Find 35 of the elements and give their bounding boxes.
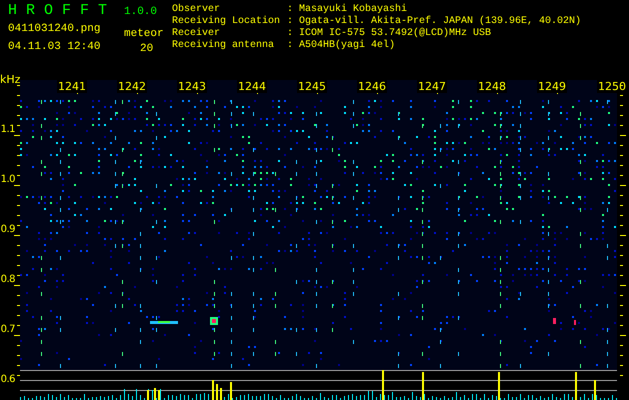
info-label: Receiver — [172, 28, 222, 40]
meteor-label: meteor — [124, 27, 164, 40]
time-label: 1248 — [477, 80, 507, 93]
axis-label: 0.9 — [0, 224, 15, 235]
info-value: A504HB(yagi 4el) — [299, 40, 396, 52]
info-value: Masayuki Kobayashi — [299, 4, 408, 16]
filename-label: 0411031240.png — [8, 23, 102, 35]
axis-label: 1.0 — [0, 174, 15, 185]
version-label: 1.0.0 — [124, 6, 158, 18]
axis-label: 0.8 — [0, 274, 15, 285]
separator: : — [287, 16, 294, 28]
time-label: 1244 — [237, 80, 267, 93]
time-label: 1246 — [357, 80, 387, 93]
info-label: Observer — [172, 4, 222, 16]
info-label: Receiving Location — [172, 16, 282, 28]
timestamp-label: 04.11.03 12:40 — [8, 41, 102, 53]
time-label: 1245 — [297, 80, 327, 93]
separator: : — [287, 40, 294, 52]
app-title: H R O F F T — [8, 2, 108, 19]
time-label: 1250 — [597, 80, 627, 93]
axis-label: 1.1 — [0, 124, 15, 135]
time-label: 1243 — [177, 80, 207, 93]
time-label: 1242 — [117, 80, 147, 93]
meteor-count: 20 — [139, 42, 154, 55]
info-value: Ogata-vill. Akita-Pref. JAPAN (139.96E, 40.02N) — [299, 16, 582, 28]
time-label: 1241 — [57, 80, 87, 93]
separator: : — [287, 4, 294, 16]
axis-unit: kHz — [0, 73, 20, 86]
time-label: 1249 — [537, 80, 567, 93]
info-label: Receiving antenna — [172, 40, 276, 52]
time-label: 1247 — [417, 80, 447, 93]
separator: : — [287, 28, 294, 40]
axis-label: 0.6 — [0, 374, 15, 385]
axis-label: 0.7 — [0, 324, 15, 335]
info-value: ICOM IC-575 53.7492(@LCD)MHz USB — [299, 28, 492, 40]
